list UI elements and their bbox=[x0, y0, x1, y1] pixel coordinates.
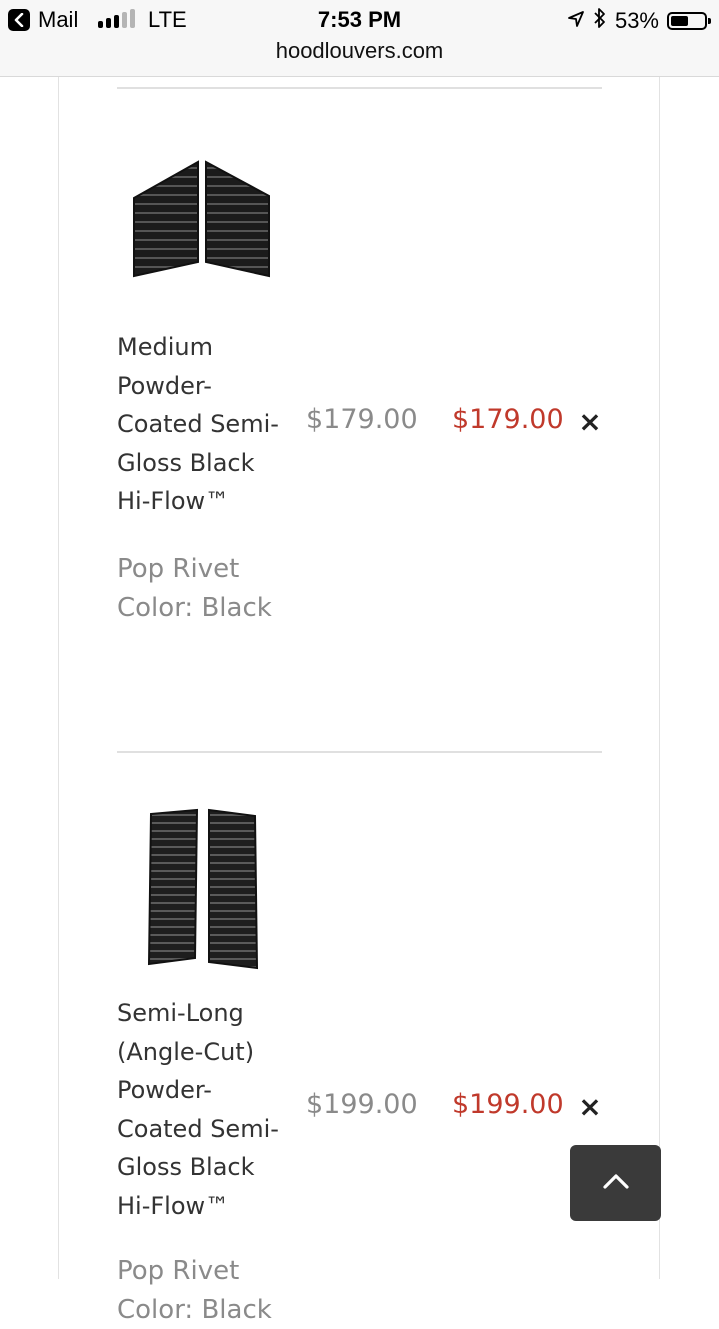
product-name[interactable]: Medium Powder-Coated Semi-Gloss Black Hi… bbox=[117, 328, 287, 521]
line-total: $179.00 bbox=[452, 404, 564, 435]
row-divider bbox=[117, 751, 602, 753]
status-bar: Mail LTE 7:53 PM 53% bbox=[0, 0, 719, 40]
line-total: $199.00 bbox=[452, 1089, 564, 1120]
product-name[interactable]: Semi-Long (Angle-Cut) Powder-Coated Semi… bbox=[117, 994, 287, 1225]
product-option: Pop Rivet Color: Black bbox=[117, 554, 272, 623]
product-image-medium-louvers[interactable] bbox=[128, 158, 273, 284]
remove-item-button[interactable]: × bbox=[578, 1093, 602, 1121]
product-image-semi-long-louvers[interactable] bbox=[145, 806, 260, 976]
unit-price: $179.00 bbox=[306, 404, 418, 435]
product-option: Pop Rivet Color: Black bbox=[117, 1256, 272, 1325]
remove-item-button[interactable]: × bbox=[578, 408, 602, 436]
battery-percent: 53% bbox=[614, 8, 659, 33]
address-bar-url[interactable]: hoodlouvers.com bbox=[0, 38, 719, 64]
row-divider bbox=[117, 87, 602, 89]
location-arrow-icon bbox=[567, 8, 585, 34]
status-indicators: 53% bbox=[567, 7, 711, 35]
browser-top-bar: Mail LTE 7:53 PM 53% hoodlouvers.com bbox=[0, 0, 719, 77]
back-to-top-button[interactable] bbox=[570, 1145, 661, 1221]
battery-icon bbox=[667, 12, 711, 30]
unit-price: $199.00 bbox=[306, 1089, 418, 1120]
bluetooth-icon bbox=[593, 7, 607, 35]
chevron-up-icon bbox=[601, 1171, 631, 1195]
